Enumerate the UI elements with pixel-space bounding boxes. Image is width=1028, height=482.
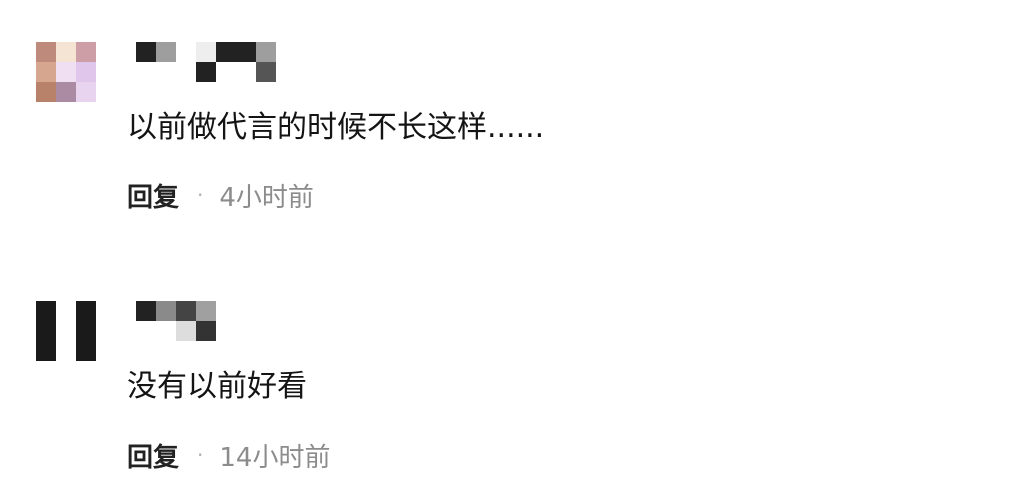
username-mosaic-tile bbox=[156, 42, 176, 62]
reply-button[interactable]: 回复 bbox=[127, 177, 179, 214]
username-mosaic-tile bbox=[256, 321, 276, 341]
avatar-mosaic-tile bbox=[36, 341, 56, 361]
avatar-mosaic-tile bbox=[76, 62, 96, 82]
username[interactable] bbox=[136, 42, 276, 82]
username-mosaic-tile bbox=[196, 42, 216, 62]
avatar-mosaic-tile bbox=[36, 42, 56, 62]
username-mosaic-tile bbox=[216, 301, 236, 321]
reply-button[interactable]: 回复 bbox=[127, 437, 179, 474]
username-mosaic-tile bbox=[176, 62, 196, 82]
username-mosaic-tile bbox=[236, 42, 256, 62]
username-mosaic-tile bbox=[136, 62, 156, 82]
username-mosaic-tile bbox=[136, 301, 156, 321]
avatar-mosaic-tile bbox=[56, 301, 76, 321]
comment-meta: 回复 · 14小时前 bbox=[127, 437, 330, 473]
username-mosaic-tile bbox=[256, 62, 276, 82]
username-mosaic-tile bbox=[196, 62, 216, 82]
username-mosaic-tile bbox=[256, 301, 276, 321]
avatar-mosaic-tile bbox=[56, 341, 76, 361]
username-mosaic-tile bbox=[156, 321, 176, 341]
comment-meta: 回复 · 4小时前 bbox=[127, 177, 314, 213]
comment-text: 以前做代言的时候不长这样...... bbox=[127, 110, 545, 145]
username-mosaic-tile bbox=[156, 301, 176, 321]
avatar-mosaic-tile bbox=[36, 82, 56, 102]
username-mosaic-tile bbox=[216, 62, 236, 82]
avatar-mosaic-tile bbox=[76, 321, 96, 341]
separator-dot: · bbox=[197, 183, 204, 207]
avatar-mosaic-tile bbox=[56, 42, 76, 62]
avatar-mosaic-tile bbox=[76, 42, 96, 62]
avatar-mosaic-tile bbox=[56, 321, 76, 341]
avatar-mosaic-tile bbox=[36, 62, 56, 82]
avatar-mosaic-tile bbox=[76, 341, 96, 361]
username-mosaic-tile bbox=[136, 42, 156, 62]
avatar-mosaic-tile bbox=[56, 82, 76, 102]
avatar-mosaic-tile bbox=[36, 321, 56, 341]
comment-item: 没有以前好看 回复 · 14小时前 bbox=[0, 260, 1028, 482]
username-mosaic-tile bbox=[176, 321, 196, 341]
username-mosaic-tile bbox=[176, 42, 196, 62]
username[interactable] bbox=[136, 301, 276, 341]
username-mosaic-tile bbox=[196, 321, 216, 341]
avatar-mosaic-tile bbox=[56, 62, 76, 82]
avatar-mosaic-tile bbox=[76, 82, 96, 102]
separator-dot: · bbox=[197, 443, 204, 467]
username-mosaic-tile bbox=[156, 62, 176, 82]
username-mosaic-tile bbox=[236, 321, 256, 341]
avatar-mosaic-tile bbox=[76, 301, 96, 321]
username-mosaic-tile bbox=[176, 301, 196, 321]
avatar[interactable] bbox=[36, 301, 96, 361]
avatar-mosaic-tile bbox=[36, 301, 56, 321]
username-mosaic-tile bbox=[236, 62, 256, 82]
username-mosaic-tile bbox=[196, 301, 216, 321]
username-mosaic-tile bbox=[216, 42, 236, 62]
timestamp: 4小时前 bbox=[219, 182, 314, 213]
username-mosaic-tile bbox=[136, 321, 156, 341]
avatar[interactable] bbox=[36, 42, 96, 102]
comment-text: 没有以前好看 bbox=[127, 369, 307, 404]
username-mosaic-tile bbox=[236, 301, 256, 321]
comment-item: 以前做代言的时候不长这样...... 回复 · 4小时前 bbox=[0, 0, 1028, 260]
username-mosaic-tile bbox=[216, 321, 236, 341]
timestamp: 14小时前 bbox=[219, 442, 331, 473]
username-mosaic-tile bbox=[256, 42, 276, 62]
